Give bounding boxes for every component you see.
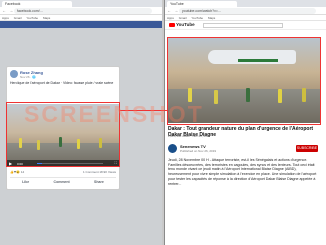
video-views: 1,826,338 views · Nov 26, 2019 <box>168 134 211 138</box>
facebook-header <box>0 21 162 28</box>
annotation-frame-left <box>6 102 7 166</box>
share-button[interactable]: Share <box>94 180 104 184</box>
avatar[interactable] <box>10 70 18 78</box>
annotation-frame-bottom <box>6 166 120 167</box>
channel-avatar[interactable] <box>168 144 177 153</box>
video-progress-bar[interactable] <box>37 163 103 164</box>
post-text: Heroïque de l'aéroport de Dakar · Video:… <box>10 81 114 85</box>
post-header: Rose Zhang Nov 26 · 🌐 <box>7 67 119 79</box>
bookmark-item[interactable]: Gmail <box>14 16 22 20</box>
person-figure <box>19 138 22 148</box>
person-figure <box>59 137 62 147</box>
post-meta: Nov 26 · 🌐 <box>20 75 36 79</box>
tab-bar: Facebook <box>0 0 162 7</box>
bookmark-item[interactable]: Apps <box>167 16 174 20</box>
search-input[interactable] <box>203 23 283 28</box>
tab-bar: YouTube <box>165 0 326 7</box>
youtube-header: YouTube <box>165 21 326 30</box>
bookmark-item[interactable]: YouTube <box>191 16 203 20</box>
url-field[interactable]: facebook.com/... <box>14 8 152 14</box>
url-field[interactable]: youtube.com/watch?v=... <box>179 8 316 14</box>
bookmark-item[interactable]: YouTube <box>26 16 38 20</box>
bookmark-item[interactable]: Maps <box>43 16 50 20</box>
video-time: 0:00 <box>17 161 23 166</box>
person-figure <box>99 138 102 148</box>
person-figure <box>37 140 40 150</box>
address-bar: ← → ⟳ facebook.com/... <box>0 7 162 15</box>
address-bar: ← → ⟳ youtube.com/watch?v=... <box>165 7 326 15</box>
subscribe-button[interactable]: SUBSCRIBE <box>296 145 318 152</box>
annotation-frame-top-right <box>167 37 321 38</box>
person-figure <box>246 88 250 102</box>
person-figure <box>302 88 306 102</box>
video-progress-fill <box>37 163 43 164</box>
comment-button[interactable]: Comment <box>54 180 70 184</box>
person-figure <box>278 89 282 103</box>
post-footer: 👍❤😮 14 1 Comment 18.9K Views Like Commen… <box>7 169 119 189</box>
like-button[interactable]: Like <box>22 180 29 184</box>
bookmark-item[interactable]: Gmail <box>179 16 187 20</box>
video-description: Jeudi, 28 Novembre 00 H - Attaque terror… <box>168 158 317 186</box>
facebook-post: Rose Zhang Nov 26 · 🌐 Heroïque de l'aéro… <box>6 66 120 190</box>
site-name[interactable]: YouTube <box>176 22 195 27</box>
fullscreen-icon[interactable]: ⛶ <box>115 161 117 165</box>
watermark: SCREENSHOT <box>24 101 204 127</box>
bookmark-item[interactable]: Apps <box>2 16 9 20</box>
airplane-shape <box>208 50 296 64</box>
channel-row: Senenews TV Published on Nov 26, 2019 SU… <box>168 142 320 156</box>
annotation-frame-right-right <box>320 37 321 124</box>
comment-view-count[interactable]: 1 Comment 18.9K Views <box>83 170 116 174</box>
person-figure <box>77 139 80 149</box>
bookmark-item[interactable]: Maps <box>208 16 215 20</box>
desktop: Facebook ← → ⟳ facebook.com/... Apps Gma… <box>0 0 326 245</box>
publish-date: Published on Nov 26, 2019 <box>180 149 217 153</box>
post-actions: Like Comment Share <box>10 177 116 184</box>
person-figure <box>214 90 218 104</box>
youtube-logo-icon[interactable] <box>169 23 175 27</box>
person-figure <box>188 88 192 102</box>
reaction-count[interactable]: 👍❤😮 14 <box>10 170 24 174</box>
